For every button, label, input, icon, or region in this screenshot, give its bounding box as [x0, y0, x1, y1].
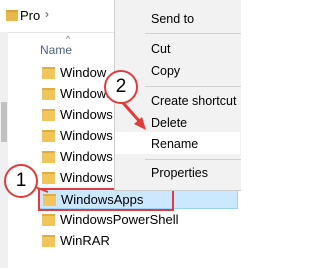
step-2-badge: 2 [104, 70, 138, 104]
step-1-badge: 1 [4, 164, 38, 198]
annotation-arrows [29, 95, 146, 193]
